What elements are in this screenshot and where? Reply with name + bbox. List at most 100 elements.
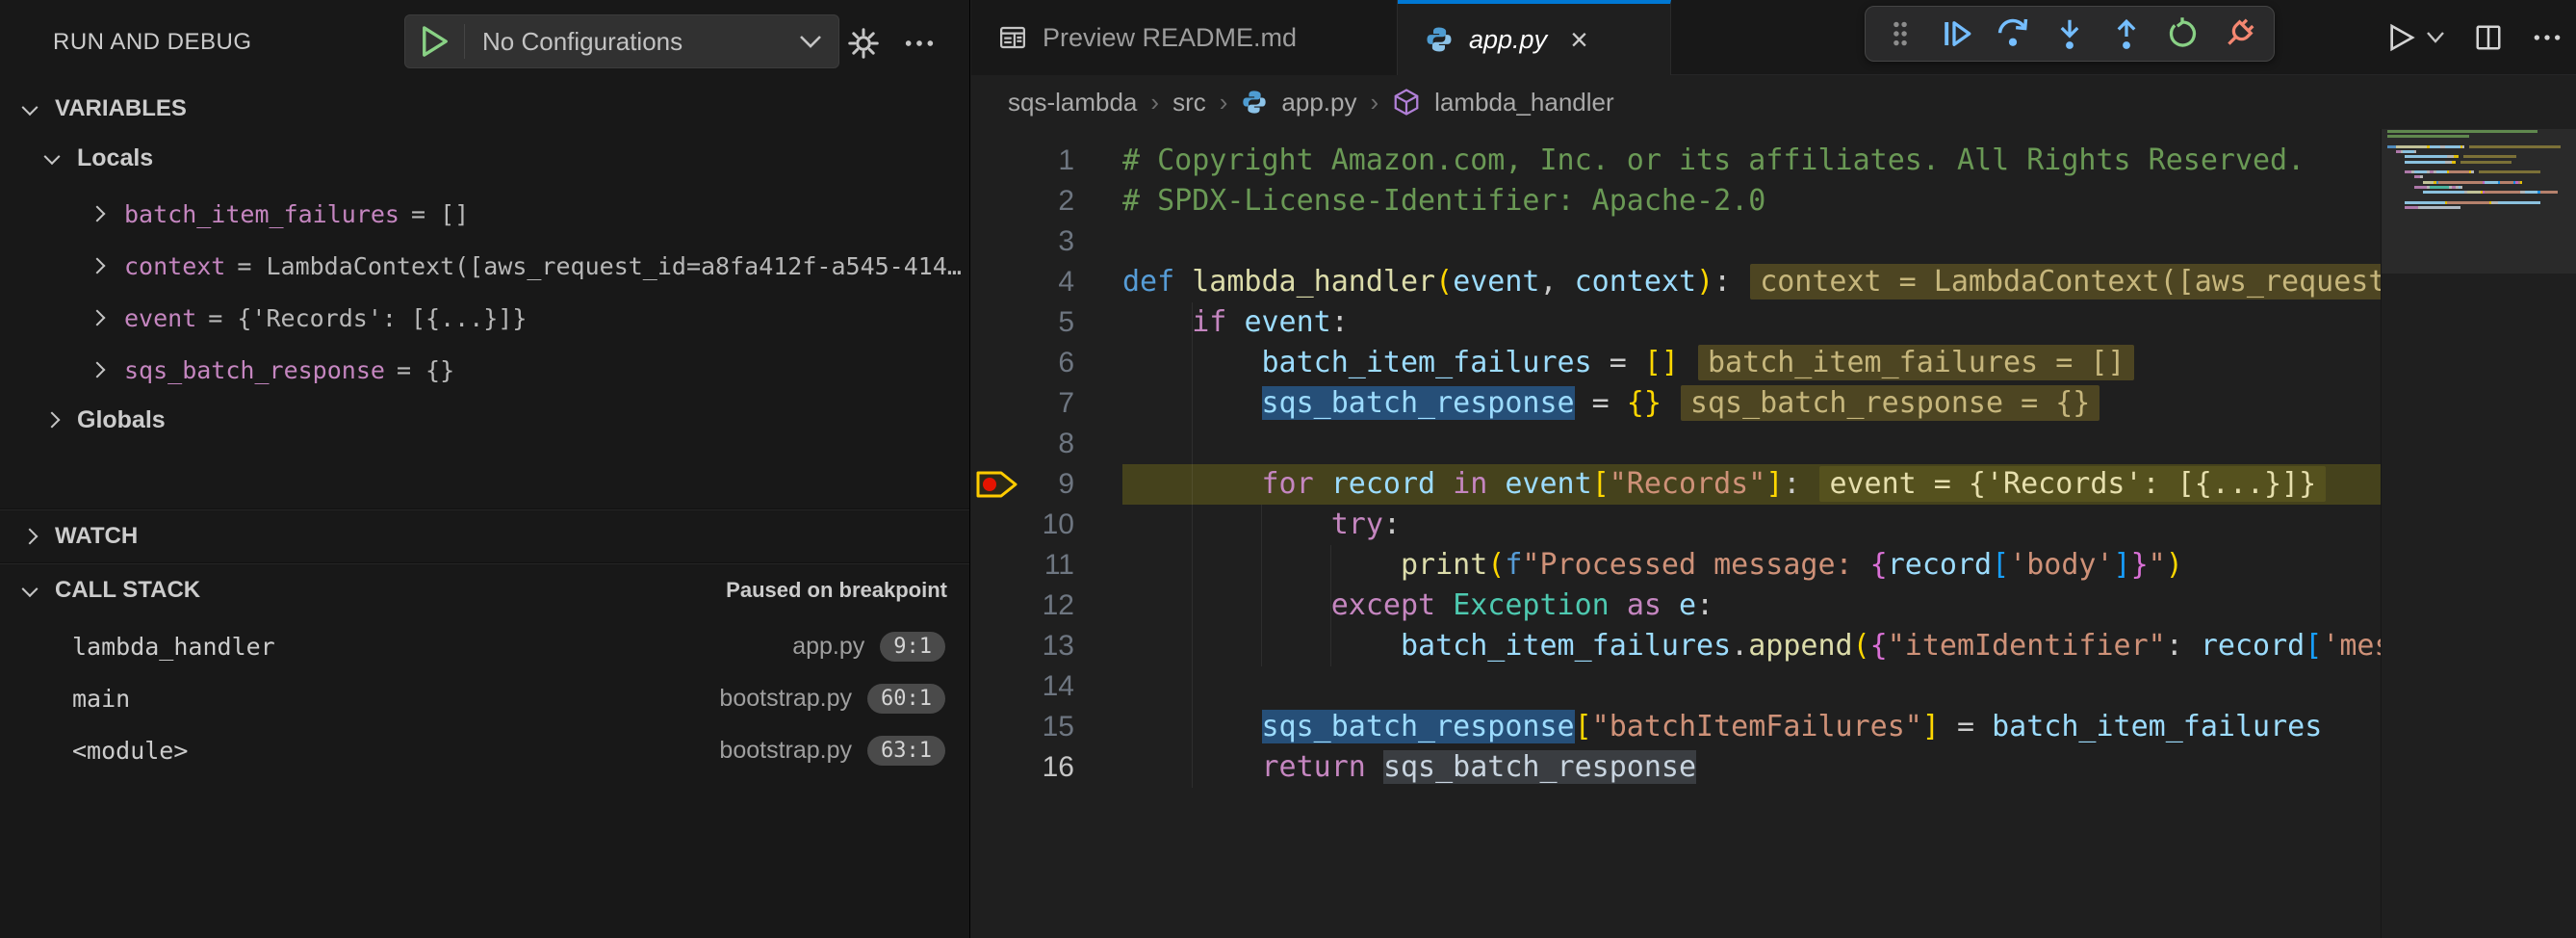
code-line[interactable] [1122, 221, 2381, 262]
code-token [1122, 508, 1331, 541]
code-token: : [2166, 629, 2201, 663]
line-number[interactable]: 8 [971, 424, 1122, 464]
code-token: = [1575, 386, 1627, 420]
breadcrumb-item[interactable]: lambda_handler [1434, 88, 1613, 117]
code-line[interactable]: return sqs_batch_response [1122, 747, 2381, 788]
paused-status: Paused on breakpoint [726, 578, 947, 603]
code-token: ) [2166, 548, 2183, 582]
code-line[interactable]: for record in event["Records"]:event = {… [1122, 464, 2381, 505]
code-line[interactable]: sqs_batch_response["batchItemFailures"] … [1122, 707, 2381, 747]
code-token: except [1331, 588, 1435, 622]
tab-app-py[interactable]: app.py × [1398, 0, 1671, 75]
symbol-method-icon [1392, 88, 1421, 117]
scope-locals[interactable]: Locals [0, 135, 969, 181]
code-token: as [1627, 588, 1662, 622]
variable-row[interactable]: batch_item_failures = [] [0, 191, 969, 237]
tab-preview-readme[interactable]: Preview README.md [971, 0, 1398, 75]
split-editor-icon[interactable] [2474, 23, 2503, 52]
step-out-button[interactable] [2105, 13, 2148, 55]
line-number[interactable]: 11 [971, 545, 1122, 586]
scope-globals[interactable]: Globals [0, 397, 969, 443]
close-icon[interactable]: × [1570, 24, 1588, 55]
line-number[interactable]: 10 [971, 505, 1122, 545]
code-line[interactable]: def lambda_handler(event, context):conte… [1122, 262, 2381, 302]
variable-row[interactable]: event = {'Records': [{...}]} [0, 295, 969, 341]
step-over-icon [1995, 15, 2031, 52]
breadcrumb-item[interactable]: app.py [1281, 88, 1356, 117]
gear-icon[interactable] [843, 23, 884, 64]
code-line[interactable]: except Exception as e: [1122, 586, 2381, 626]
code-token: { [1870, 548, 1888, 582]
line-number[interactable]: 1 [971, 141, 1122, 181]
breadcrumb-item[interactable]: sqs-lambda [1008, 88, 1137, 117]
code-line[interactable]: try: [1122, 505, 2381, 545]
variable-row[interactable]: context = LambdaContext([aws_request_id=… [0, 243, 969, 289]
code-token: event [1505, 467, 1591, 501]
line-number[interactable]: 14 [971, 666, 1122, 707]
code-region: 12345678910111213141516 # Copyright Amaz… [971, 129, 2576, 938]
variables-section-header[interactable]: VARIABLES [0, 87, 969, 131]
run-and-debug-sidebar: RUN AND DEBUG No Configurations VARIABLE… [0, 0, 970, 938]
line-col-badge: 60:1 [867, 684, 945, 714]
line-col-badge: 63:1 [867, 736, 945, 766]
debug-config-dropdown[interactable]: No Configurations [404, 14, 839, 68]
restart-icon [2165, 16, 2200, 51]
line-number[interactable]: 7 [971, 383, 1122, 424]
step-over-button[interactable] [1992, 13, 2034, 55]
disconnect-button[interactable] [2218, 13, 2260, 55]
code-token: = [1592, 346, 1644, 379]
indent-guide [1330, 545, 1331, 666]
breadcrumb-item[interactable]: src [1172, 88, 1206, 117]
drag-handle[interactable] [1879, 13, 1921, 55]
line-number[interactable]: 5 [971, 302, 1122, 343]
code-token: = [1940, 710, 1992, 743]
callstack-section-header[interactable]: CALL STACK Paused on breakpoint [0, 566, 969, 614]
code-token: sqs_batch_response [1262, 386, 1575, 420]
line-number[interactable]: 3 [971, 221, 1122, 262]
continue-button[interactable] [1936, 13, 1978, 55]
code-token: Exception [1453, 588, 1610, 622]
code-token: . [1731, 629, 1748, 663]
code-token [1435, 467, 1453, 501]
code-token [1662, 588, 1679, 622]
stack-frame[interactable]: lambda_handler app.py 9:1 [0, 622, 969, 670]
code-token: ] [1922, 710, 1940, 743]
variable-row[interactable]: sqs_batch_response = {} [0, 347, 969, 393]
line-number[interactable]: 4 [971, 262, 1122, 302]
code-line[interactable]: if event: [1122, 302, 2381, 343]
code-line[interactable]: batch_item_failures = []batch_item_failu… [1122, 343, 2381, 383]
watch-section-header[interactable]: WATCH [0, 512, 969, 560]
code-token: lambda_handler [1192, 265, 1435, 299]
line-number[interactable]: 2 [971, 181, 1122, 221]
line-number[interactable]: 13 [971, 626, 1122, 666]
code-token: ] [1765, 467, 1783, 501]
stack-frame[interactable]: main bootstrap.py 60:1 [0, 674, 969, 722]
breakpoint-paused-arrow-icon[interactable] [975, 467, 1019, 502]
inline-debug-value: batch_item_failures = [] [1698, 345, 2134, 380]
step-into-button[interactable] [2048, 13, 2091, 55]
code-line[interactable] [1122, 424, 2381, 464]
code-lines: # Copyright Amazon.com, Inc. or its affi… [1122, 129, 2381, 938]
code-line[interactable]: # SPDX-License-Identifier: Apache-2.0 [1122, 181, 2381, 221]
code-line[interactable]: sqs_batch_response = {}sqs_batch_respons… [1122, 383, 2381, 424]
start-debug-button[interactable] [405, 24, 465, 59]
more-actions-icon[interactable] [2532, 22, 2563, 53]
code-line[interactable]: # Copyright Amazon.com, Inc. or its affi… [1122, 141, 2381, 181]
code-token: } [2131, 548, 2149, 582]
line-number[interactable]: 12 [971, 586, 1122, 626]
code-line[interactable]: print(f"Processed message: {record['body… [1122, 545, 2381, 586]
code-token: "batchItemFailures" [1592, 710, 1922, 743]
code-token: record [2201, 629, 2305, 663]
code-token: " [2149, 548, 2166, 582]
line-number[interactable]: 16 [971, 747, 1122, 788]
run-python-file-button[interactable] [2385, 22, 2445, 53]
code-token: append [1748, 629, 1852, 663]
restart-button[interactable] [2161, 13, 2203, 55]
stack-frame[interactable]: <module> bootstrap.py 63:1 [0, 726, 969, 774]
code-line[interactable]: batch_item_failures.append({"itemIdentif… [1122, 626, 2381, 666]
code-line[interactable] [1122, 666, 2381, 707]
line-number[interactable]: 15 [971, 707, 1122, 747]
more-actions-icon[interactable] [899, 23, 940, 64]
chevron-down-icon [783, 34, 838, 49]
line-number[interactable]: 6 [971, 343, 1122, 383]
